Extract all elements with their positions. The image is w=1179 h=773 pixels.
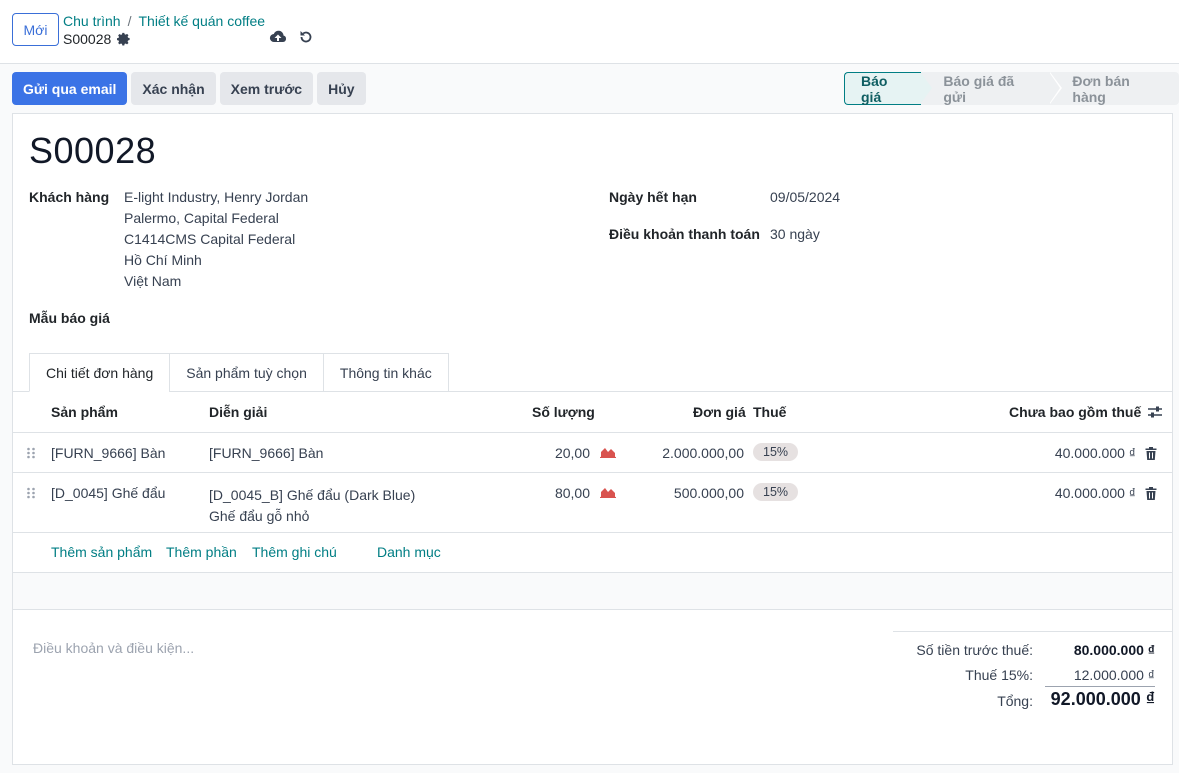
trash-icon[interactable]: [1145, 447, 1157, 460]
forecast-chart-icon[interactable]: [600, 446, 616, 458]
trash-icon[interactable]: [1145, 487, 1157, 500]
breadcrumb-separator: /: [127, 13, 132, 29]
tax-amount-value: 12.000.000 ₫: [1073, 667, 1155, 683]
control-panel: Mới Chu trình / Thiết kế quán coffee S00…: [0, 0, 1179, 64]
table-row[interactable]: [FURN_9666] Bàn [FURN_9666] Bàn 20,00 2.…: [13, 433, 1172, 473]
header-quantity[interactable]: Số lượng: [532, 404, 595, 420]
cancel-button[interactable]: Hủy: [317, 72, 366, 105]
tab-optional-products[interactable]: Sản phẩm tuỳ chọn: [169, 353, 324, 392]
confirm-button[interactable]: Xác nhận: [131, 72, 216, 105]
customer-line: C1414CMS Capital Federal: [124, 231, 296, 247]
catalog-link[interactable]: Danh mục: [377, 544, 441, 560]
payment-terms-label: Điều khoản thanh toán: [609, 226, 760, 242]
quotation-template-label: Mẫu báo giá: [29, 310, 110, 326]
new-button[interactable]: Mới: [12, 13, 59, 46]
stage-label: Báo giá đã gửi: [943, 72, 1015, 105]
tax-badge[interactable]: 15%: [753, 483, 799, 501]
line-quantity[interactable]: 80,00: [555, 485, 590, 501]
tax-amount-label: Thuế 15%:: [965, 667, 1033, 683]
add-line-links: Thêm sản phẩm Thêm phần Thêm ghi chú Dan…: [13, 533, 1172, 573]
customer-line: Việt Nam: [124, 273, 182, 289]
record-name-text: S00028: [63, 31, 112, 47]
line-subtotal: 40.000.000 ₫: [1054, 485, 1136, 501]
stage-quotation[interactable]: Báo giá: [844, 72, 935, 105]
customer-line: E-light Industry, Henry Jordan: [124, 189, 309, 205]
record-name: S00028: [63, 31, 131, 47]
breadcrumb: Chu trình / Thiết kế quán coffee: [63, 13, 265, 29]
customer-line: Palermo, Capital Federal: [124, 210, 279, 226]
forecast-chart-icon[interactable]: [600, 486, 616, 498]
payment-terms-field[interactable]: 30 ngày: [770, 224, 820, 245]
stage-label: Đơn bán hàng: [1072, 72, 1130, 105]
expiry-field[interactable]: 09/05/2024: [770, 187, 840, 208]
untaxed-amount-label: Số tiền trước thuế:: [916, 642, 1033, 658]
header-tax[interactable]: Thuế: [753, 404, 786, 420]
line-description[interactable]: [D_0045_B] Ghế đẩu (Dark Blue) Ghế đẩu g…: [209, 485, 415, 527]
untaxed-amount-text: 80.000.000 ₫: [1073, 642, 1155, 658]
preview-button[interactable]: Xem trước: [219, 72, 314, 105]
header-description[interactable]: Diễn giải: [209, 404, 267, 420]
line-product[interactable]: [FURN_9666] Bàn: [51, 445, 165, 461]
header-unit-price[interactable]: Đơn giá: [693, 404, 746, 420]
table-row[interactable]: [D_0045] Ghế đẩu [D_0045_B] Ghế đẩu (Dar…: [13, 473, 1172, 533]
table-header: Sản phẩm Diễn giải Số lượng Đơn giá Thuế…: [13, 392, 1172, 433]
terms-and-conditions-field[interactable]: Điều khoản và điều kiện...: [33, 640, 194, 656]
drag-handle-icon[interactable]: [26, 487, 36, 499]
cloud-upload-icon[interactable]: [269, 28, 287, 46]
send-email-button[interactable]: Gửi qua email: [12, 72, 128, 105]
stage-sales-order[interactable]: Đơn bán hàng: [1050, 72, 1179, 105]
tab-other-info[interactable]: Thông tin khác: [322, 353, 449, 392]
line-description-line: Ghế đẩu gỗ nhỏ: [209, 508, 310, 524]
tax-badge[interactable]: 15%: [753, 443, 799, 461]
gear-icon[interactable]: [117, 32, 131, 46]
line-description[interactable]: [FURN_9666] Bàn: [209, 445, 323, 461]
line-unit-price[interactable]: 2.000.000,00: [662, 445, 744, 461]
line-quantity[interactable]: 20,00: [555, 445, 590, 461]
add-product-link[interactable]: Thêm sản phẩm: [51, 544, 152, 560]
add-note-link[interactable]: Thêm ghi chú: [252, 544, 337, 560]
totals-box: Số tiền trước thuế: 80.000.000 ₫ Thuế 15…: [893, 631, 1172, 709]
expiry-label: Ngày hết hạn: [609, 189, 697, 205]
status-bar: Báo giá Báo giá đã gửi Đơn bán hàng: [844, 72, 1179, 105]
tab-order-lines[interactable]: Chi tiết đơn hàng: [29, 353, 171, 392]
customer-field[interactable]: E-light Industry, Henry Jordan Palermo, …: [124, 187, 308, 292]
breadcrumb-pipeline[interactable]: Chu trình: [63, 13, 121, 29]
discard-icon[interactable]: [297, 28, 315, 46]
breadcrumb-opportunity[interactable]: Thiết kế quán coffee: [138, 13, 265, 29]
line-product[interactable]: [D_0045] Ghế đẩu: [51, 485, 165, 501]
totals-divider: [1045, 686, 1155, 687]
optional-columns-icon[interactable]: [1147, 405, 1163, 419]
drag-handle-icon[interactable]: [26, 447, 36, 459]
stage-quotation-sent[interactable]: Báo giá đã gửi: [921, 72, 1063, 105]
header-subtotal[interactable]: Chưa bao gồm thuế: [1009, 404, 1141, 420]
table-footer: [13, 573, 1172, 610]
total-label: Tổng:: [997, 693, 1033, 709]
total-value: 92.000.000 ₫: [1050, 689, 1155, 709]
notebook-tabs: Chi tiết đơn hàng Sản phẩm tuỳ chọn Thôn…: [29, 353, 449, 392]
untaxed-amount-value: 80.000.000 ₫: [1074, 642, 1155, 658]
action-bar: Gửi qua email Xác nhận Xem trước Hủy: [12, 72, 366, 105]
customer-line: Hồ Chí Minh: [124, 252, 202, 268]
stage-label: Báo giá: [861, 72, 888, 105]
line-description-line: [D_0045_B] Ghế đẩu (Dark Blue): [209, 487, 416, 503]
line-subtotal: 40.000.000 ₫: [1054, 445, 1136, 461]
page-title: S00028: [29, 130, 157, 171]
header-product[interactable]: Sản phẩm: [51, 404, 118, 420]
line-unit-price[interactable]: 500.000,00: [674, 485, 744, 501]
form-sheet: S00028 Khách hàng E-light Industry, Henr…: [12, 113, 1173, 765]
customer-label: Khách hàng: [29, 189, 110, 205]
add-section-link[interactable]: Thêm phần: [166, 544, 237, 560]
